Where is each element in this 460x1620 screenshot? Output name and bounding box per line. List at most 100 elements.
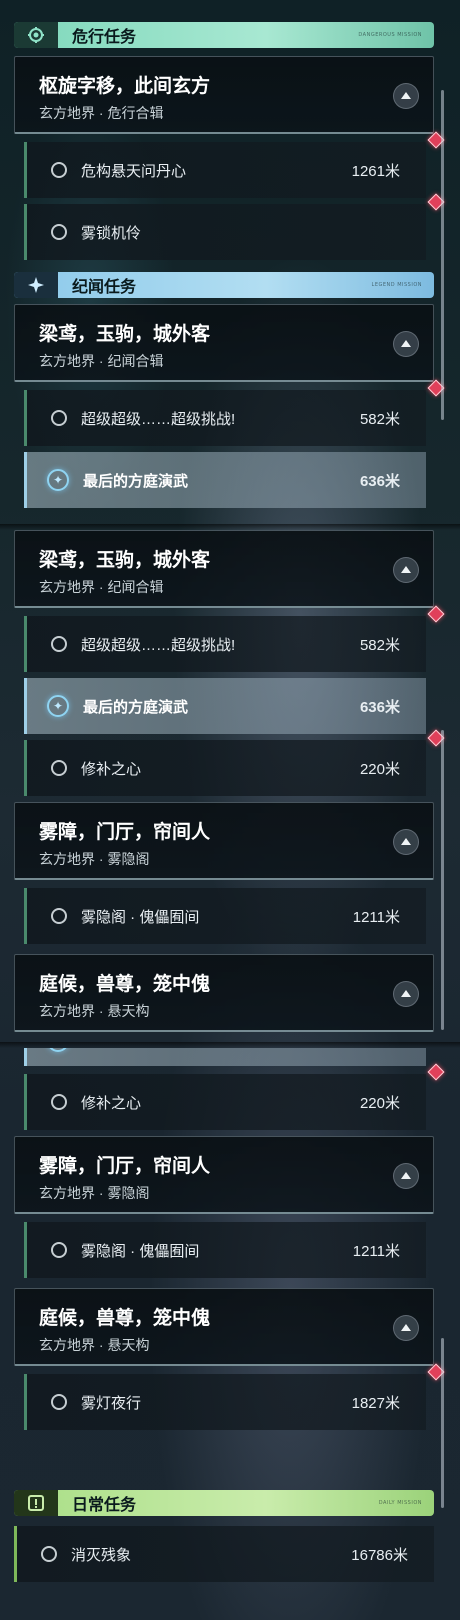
quest-title: 庭候，兽尊，笼中傀 bbox=[39, 974, 211, 995]
collapse-button[interactable] bbox=[393, 557, 419, 583]
category-label: 日常任务 bbox=[72, 1497, 137, 1514]
task-distance: 636米 bbox=[359, 472, 400, 490]
track-radio[interactable] bbox=[51, 410, 67, 426]
quest-card[interactable]: 雾障，门厅，帘间人 玄方地界 · 雾隐阁 bbox=[14, 1136, 434, 1214]
quest-title: 梁鸢，玉驹，城外客 bbox=[39, 324, 211, 345]
task-row[interactable]: 雾灯夜行 1827米 bbox=[24, 1363, 445, 1430]
track-radio[interactable] bbox=[51, 908, 67, 924]
task-row[interactable]: 雾锁机伶 bbox=[24, 193, 445, 260]
task-label: 修补之心 bbox=[81, 1094, 142, 1112]
quest-card[interactable]: 枢旋字移，此间玄方 玄方地界 · 危行合辑 bbox=[14, 56, 434, 134]
chevron-up-icon bbox=[401, 1172, 411, 1179]
task-distance: 636米 bbox=[359, 698, 400, 716]
task-row[interactable]: 消灭残象 16786米 bbox=[14, 1526, 434, 1582]
track-radio[interactable] bbox=[41, 1546, 57, 1562]
task-label: 雾锁机伶 bbox=[81, 224, 142, 242]
category-label: 危行任务 bbox=[72, 29, 137, 46]
task-distance: 1211米 bbox=[352, 908, 400, 926]
track-radio[interactable] bbox=[51, 162, 67, 178]
track-radio[interactable] bbox=[51, 636, 67, 652]
quest-card[interactable]: 庭候，兽尊，笼中傀 玄方地界 · 悬天构 bbox=[14, 1288, 434, 1366]
category-header-legend[interactable]: 纪闻任务 LEGEND MISSION bbox=[14, 272, 434, 298]
task-row[interactable]: 修补之心 220米 bbox=[24, 1063, 445, 1130]
category-header-dangerous[interactable]: 危行任务 DANGEROUS MISSION bbox=[14, 22, 434, 48]
task-row[interactable]: 修补之心 220米 bbox=[24, 729, 445, 796]
task-row-tracked[interactable] bbox=[24, 1048, 426, 1066]
compass-icon[interactable]: ✦ bbox=[47, 695, 69, 717]
chevron-up-icon bbox=[401, 990, 411, 997]
quest-card[interactable]: 庭候，兽尊，笼中傀 玄方地界 · 悬天构 bbox=[14, 954, 434, 1032]
task-row-tracked[interactable]: ✦ 最后的方庭演武 636米 bbox=[24, 678, 426, 734]
chevron-up-icon bbox=[401, 1324, 411, 1331]
task-row[interactable]: 雾隐阁 · 傀儡囿间 1211米 bbox=[24, 888, 426, 944]
quest-subtitle: 玄方地界 · 纪闻合辑 bbox=[39, 579, 164, 595]
task-distance: 1211米 bbox=[352, 1242, 400, 1260]
task-distance: 1827米 bbox=[351, 1394, 400, 1412]
compass-icon[interactable]: ✦ bbox=[47, 469, 69, 491]
collapse-button[interactable] bbox=[393, 829, 419, 855]
category-subtitle: DAILY MISSION bbox=[378, 1500, 422, 1506]
track-radio[interactable] bbox=[51, 224, 67, 240]
quest-title: 庭候，兽尊，笼中傀 bbox=[39, 1308, 211, 1329]
task-distance: 582米 bbox=[359, 410, 400, 428]
diamond-marker-icon bbox=[427, 605, 445, 623]
quest-subtitle: 玄方地界 · 危行合辑 bbox=[39, 105, 164, 121]
task-label: 最后的方庭演武 bbox=[83, 472, 189, 490]
track-radio[interactable] bbox=[51, 1242, 67, 1258]
category-header-daily[interactable]: 日常任务 DAILY MISSION bbox=[14, 1490, 434, 1516]
scrollbar[interactable] bbox=[441, 730, 444, 1030]
category-subtitle: DANGEROUS MISSION bbox=[358, 32, 422, 38]
quest-card[interactable]: 梁鸢，玉驹，城外客 玄方地界 · 纪闻合辑 bbox=[14, 530, 434, 608]
quest-card[interactable]: 雾障，门厅，帘间人 玄方地界 · 雾隐阁 bbox=[14, 802, 434, 880]
task-distance: 1261米 bbox=[351, 162, 400, 180]
four-point-star-icon bbox=[14, 272, 58, 298]
exclamation-icon bbox=[14, 1490, 58, 1516]
quest-title: 枢旋字移，此间玄方 bbox=[39, 76, 211, 97]
scrollbar[interactable] bbox=[441, 90, 444, 420]
task-row[interactable]: 危构悬天问丹心 1261米 bbox=[24, 131, 445, 198]
diamond-marker-icon bbox=[427, 1063, 445, 1081]
quest-title: 梁鸢，玉驹，城外客 bbox=[39, 550, 211, 571]
quest-subtitle: 玄方地界 · 纪闻合辑 bbox=[39, 353, 164, 369]
task-label: 消灭残象 bbox=[71, 1546, 132, 1564]
quest-subtitle: 玄方地界 · 悬天构 bbox=[39, 1337, 150, 1353]
task-label: 雾隐阁 · 傀儡囿间 bbox=[81, 1242, 200, 1260]
quest-title: 雾障，门厅，帘间人 bbox=[39, 1156, 211, 1177]
quest-title: 雾障，门厅，帘间人 bbox=[39, 822, 211, 843]
scrollbar[interactable] bbox=[441, 1338, 444, 1508]
compass-icon[interactable] bbox=[47, 1048, 69, 1052]
task-distance: 16786米 bbox=[351, 1546, 408, 1564]
collapse-button[interactable] bbox=[393, 83, 419, 109]
chevron-up-icon bbox=[401, 838, 411, 845]
quest-subtitle: 玄方地界 · 雾隐阁 bbox=[39, 851, 150, 867]
task-label: 危构悬天问丹心 bbox=[81, 162, 187, 180]
task-distance: 220米 bbox=[359, 1094, 400, 1112]
quest-subtitle: 玄方地界 · 悬天构 bbox=[39, 1003, 150, 1019]
task-label: 超级超级……超级挑战! bbox=[81, 636, 236, 654]
collapse-button[interactable] bbox=[393, 1315, 419, 1341]
task-row-tracked[interactable]: ✦ 最后的方庭演武 636米 bbox=[24, 452, 426, 508]
quest-list-panel-2: 梁鸢，玉驹，城外客 玄方地界 · 纪闻合辑 超级超级……超级挑战! 582米 ✦… bbox=[0, 530, 460, 1042]
task-label: 超级超级……超级挑战! bbox=[81, 410, 236, 428]
task-row[interactable]: 超级超级……超级挑战! 582米 bbox=[24, 379, 445, 446]
collapse-button[interactable] bbox=[393, 1163, 419, 1189]
collapse-button[interactable] bbox=[393, 981, 419, 1007]
collapse-button[interactable] bbox=[393, 331, 419, 357]
task-label: 雾隐阁 · 傀儡囿间 bbox=[81, 908, 200, 926]
category-label: 纪闻任务 bbox=[72, 279, 137, 296]
chevron-up-icon bbox=[401, 92, 411, 99]
task-label: 雾灯夜行 bbox=[81, 1394, 142, 1412]
task-row[interactable]: 超级超级……超级挑战! 582米 bbox=[24, 605, 445, 672]
track-radio[interactable] bbox=[51, 760, 67, 776]
task-row[interactable]: 雾隐阁 · 傀儡囿间 1211米 bbox=[24, 1222, 426, 1278]
track-radio[interactable] bbox=[51, 1094, 67, 1110]
quest-subtitle: 玄方地界 · 雾隐阁 bbox=[39, 1185, 150, 1201]
quest-list-panel-1: 危行任务 DANGEROUS MISSION 枢旋字移，此间玄方 玄方地界 · … bbox=[0, 0, 460, 524]
quest-card[interactable]: 梁鸢，玉驹，城外客 玄方地界 · 纪闻合辑 bbox=[14, 304, 434, 382]
task-label: 最后的方庭演武 bbox=[83, 698, 189, 716]
track-radio[interactable] bbox=[51, 1394, 67, 1410]
task-distance: 220米 bbox=[359, 760, 400, 778]
chevron-up-icon bbox=[401, 340, 411, 347]
chevron-up-icon bbox=[401, 566, 411, 573]
gear-eye-icon bbox=[14, 22, 58, 48]
